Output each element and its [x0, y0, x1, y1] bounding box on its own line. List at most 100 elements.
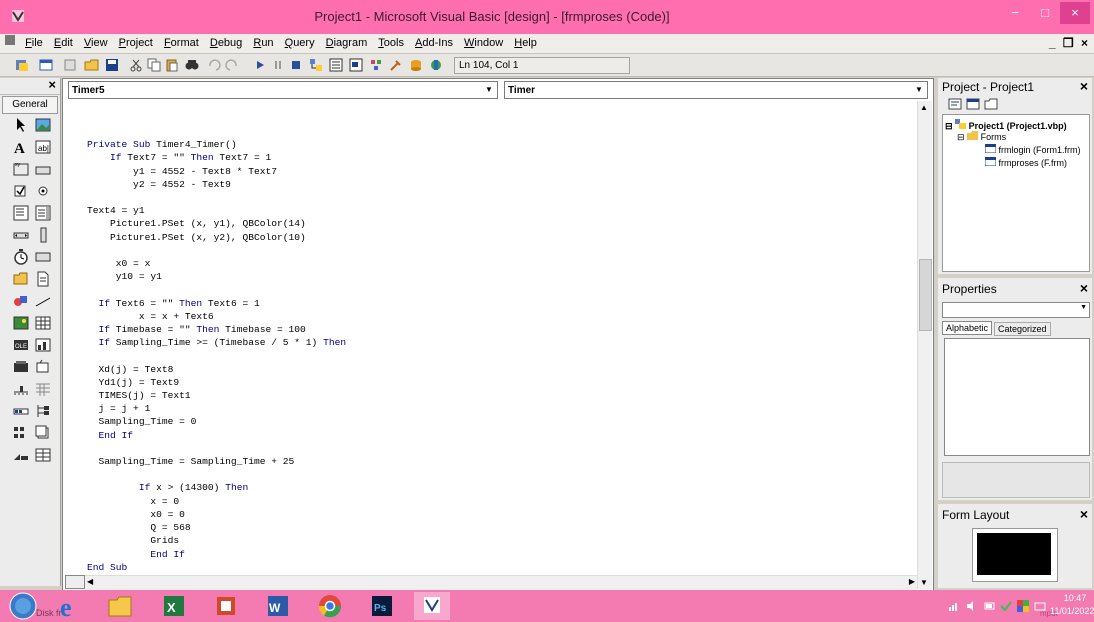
- tree-item-frmlogin[interactable]: frmlogin (Form1.frm): [984, 143, 1081, 155]
- mdi-window-controls[interactable]: _ ❒ ×: [1049, 36, 1090, 50]
- code-line[interactable]: [87, 125, 346, 138]
- code-line[interactable]: [87, 468, 346, 481]
- menu-addins[interactable]: Add-Ins: [411, 34, 457, 53]
- menu-help[interactable]: Help: [510, 34, 541, 53]
- code-line[interactable]: Text4 = y1: [87, 204, 346, 217]
- line-icon[interactable]: [34, 292, 52, 310]
- timer-icon[interactable]: [12, 248, 30, 266]
- collapse-icon[interactable]: ⊟: [957, 132, 965, 142]
- code-line[interactable]: [87, 442, 346, 455]
- code-line[interactable]: If Text6 = "" Then Text6 = 1: [87, 297, 346, 310]
- start-button-icon[interactable]: [6, 592, 40, 620]
- menu-window[interactable]: Window: [460, 34, 507, 53]
- code-line[interactable]: x0 = x: [87, 257, 346, 270]
- scroll-up-icon[interactable]: ▲: [920, 103, 928, 112]
- image-icon[interactable]: [12, 314, 30, 332]
- close-button[interactable]: ×: [1060, 2, 1090, 24]
- code-scroll-thumb[interactable]: [919, 259, 932, 331]
- dirlistbox-icon[interactable]: [12, 270, 30, 288]
- code-line[interactable]: If Sampling_Time >= (Timebase / 5 * 1) T…: [87, 336, 347, 349]
- picturebox-icon[interactable]: [34, 116, 52, 134]
- redo-icon[interactable]: [224, 57, 240, 73]
- procedure-combo-dropdown-icon[interactable]: ▼: [911, 82, 927, 98]
- project-explorer-icon[interactable]: [308, 57, 324, 73]
- word-icon[interactable]: W: [264, 592, 292, 620]
- filelistbox-icon[interactable]: [34, 270, 52, 288]
- code-line[interactable]: End Sub: [87, 561, 346, 574]
- procedure-combo[interactable]: Timer ▼: [504, 81, 928, 99]
- pointer-icon[interactable]: [12, 116, 30, 134]
- object-combo[interactable]: Timer5 ▼: [68, 81, 498, 99]
- toolbox-close-button[interactable]: ×: [48, 77, 56, 92]
- break-icon[interactable]: [270, 57, 286, 73]
- form-layout-screen[interactable]: [977, 533, 1051, 575]
- properties-grid[interactable]: [944, 338, 1090, 456]
- tab-categorized[interactable]: Categorized: [994, 322, 1051, 336]
- photoshop-icon[interactable]: Ps: [368, 592, 396, 620]
- chrome-icon[interactable]: [316, 592, 344, 620]
- menu-diagram[interactable]: Diagram: [322, 34, 372, 53]
- code-line[interactable]: Sampling_Time = 0: [87, 415, 346, 428]
- progressbar-icon[interactable]: [12, 402, 30, 420]
- animation-icon[interactable]: [34, 358, 52, 376]
- listbox-icon[interactable]: [34, 204, 52, 222]
- component-manager-icon[interactable]: [428, 57, 444, 73]
- code-line[interactable]: [87, 283, 346, 296]
- properties-panel-close-button[interactable]: ×: [1080, 280, 1088, 296]
- undo-icon[interactable]: [206, 57, 222, 73]
- code-editor[interactable]: Private Sub Timer4_Timer() If Text7 = ""…: [87, 125, 346, 574]
- code-line[interactable]: TIMES(j) = Text1: [87, 389, 346, 402]
- scroll-left-icon[interactable]: ◀: [87, 577, 93, 586]
- menu-view[interactable]: View: [80, 34, 112, 53]
- label-icon[interactable]: A: [12, 138, 30, 156]
- code-line[interactable]: If x > (14300) Then: [87, 481, 346, 494]
- drivelistbox-icon[interactable]: [34, 248, 52, 266]
- properties-window-icon[interactable]: [328, 57, 344, 73]
- data-control-icon[interactable]: [34, 314, 52, 332]
- add-project-icon[interactable]: [14, 57, 30, 73]
- toggle-folders-icon[interactable]: [984, 98, 998, 110]
- maximize-button[interactable]: □: [1030, 2, 1060, 24]
- form-layout-panel-close-button[interactable]: ×: [1080, 506, 1088, 522]
- form-layout-icon[interactable]: [348, 57, 364, 73]
- minimize-button[interactable]: −: [1000, 2, 1030, 24]
- battery-tray-icon[interactable]: [984, 600, 996, 612]
- paste-icon[interactable]: [164, 57, 180, 73]
- code-line[interactable]: End If: [87, 429, 346, 442]
- menu-format[interactable]: Format: [160, 34, 203, 53]
- view-object-icon[interactable]: [966, 98, 980, 110]
- data-view-icon[interactable]: [408, 57, 424, 73]
- optionbutton-icon[interactable]: [34, 182, 52, 200]
- code-line[interactable]: y10 = y1: [87, 270, 346, 283]
- code-line[interactable]: Q = 568: [87, 521, 346, 534]
- object-browser-icon[interactable]: [368, 57, 384, 73]
- code-line[interactable]: Picture1.PSet (x, y1), QBColor(14): [87, 217, 346, 230]
- volume-tray-icon[interactable]: [966, 600, 978, 612]
- open-project-icon[interactable]: [84, 57, 100, 73]
- menu-debug[interactable]: Debug: [206, 34, 246, 53]
- imagelist-icon[interactable]: [34, 424, 52, 442]
- excel-icon[interactable]: X: [160, 592, 188, 620]
- code-horizontal-scrollbar[interactable]: ◀ ▶: [85, 575, 917, 590]
- grid-control-icon[interactable]: [34, 380, 52, 398]
- vscrollbar-icon[interactable]: [34, 226, 52, 244]
- collapse-icon[interactable]: ⊟: [945, 121, 953, 131]
- code-line[interactable]: x = x + Text6: [87, 310, 346, 323]
- properties-combo-dropdown-icon[interactable]: ▼: [1080, 304, 1087, 311]
- menu-edit[interactable]: Edit: [50, 34, 77, 53]
- frame-icon[interactable]: xy: [12, 160, 30, 178]
- statusbar-icon[interactable]: [34, 446, 52, 464]
- mdi-app-icon[interactable]: [0, 34, 18, 53]
- flag-tray-icon[interactable]: [1016, 599, 1030, 613]
- code-line[interactable]: If Text7 = "" Then Text7 = 1: [87, 151, 346, 164]
- menu-tools[interactable]: Tools: [374, 34, 408, 53]
- hscrollbar-icon[interactable]: [12, 226, 30, 244]
- taskbar-clock[interactable]: 10:47 11/01/2022: [1050, 592, 1094, 618]
- code-line[interactable]: If Timebase = "" Then Timebase = 100: [87, 323, 346, 336]
- combobox-icon[interactable]: [12, 204, 30, 222]
- view-code-icon[interactable]: [948, 98, 962, 110]
- code-line[interactable]: Grids: [87, 534, 346, 547]
- copy-icon[interactable]: [146, 57, 162, 73]
- code-line[interactable]: y1 = 4552 - Text8 * Text7: [87, 165, 346, 178]
- find-icon[interactable]: [184, 57, 200, 73]
